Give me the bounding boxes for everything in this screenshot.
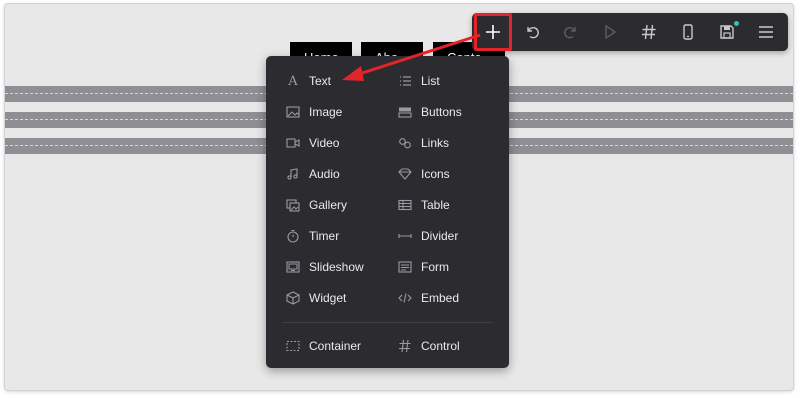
menu-item-buttons[interactable]: Buttons <box>398 102 462 122</box>
save-button[interactable] <box>708 13 746 51</box>
mobile-icon <box>683 24 693 40</box>
preview-button[interactable] <box>591 13 629 51</box>
video-icon <box>286 136 300 150</box>
menu-item-video[interactable]: Video <box>286 133 339 153</box>
menu-item-table[interactable]: Table <box>398 195 450 215</box>
menu-item-container[interactable]: Container <box>286 336 361 356</box>
links-icon <box>398 136 412 150</box>
menu-item-slideshow[interactable]: Slideshow <box>286 257 364 277</box>
menu-item-audio[interactable]: Audio <box>286 164 340 184</box>
menu-item-control[interactable]: Control <box>398 336 460 356</box>
menu-item-label: Table <box>421 198 450 212</box>
hash-icon <box>642 24 656 40</box>
menu-item-gallery[interactable]: Gallery <box>286 195 347 215</box>
menu-item-list[interactable]: List <box>398 71 440 91</box>
undo-button[interactable] <box>513 13 551 51</box>
menu-item-label: Widget <box>309 291 347 305</box>
menu-item-label: Gallery <box>309 198 348 212</box>
control-icon <box>398 339 412 353</box>
unsaved-indicator <box>734 21 739 26</box>
diamond-icon <box>398 167 412 181</box>
slideshow-icon <box>286 260 300 274</box>
menu-item-label: Timer <box>309 229 340 243</box>
menu-item-icons[interactable]: Icons <box>398 164 450 184</box>
form-icon <box>398 260 412 274</box>
menu-item-form[interactable]: Form <box>398 257 449 277</box>
menu-item-timer[interactable]: Timer <box>286 226 339 246</box>
add-icon <box>486 25 500 39</box>
image-icon <box>286 105 300 119</box>
menu-item-label: Control <box>421 339 460 353</box>
menu-item-label: List <box>421 74 440 88</box>
menu-item-label: Icons <box>421 167 450 181</box>
menu-item-image[interactable]: Image <box>286 102 342 122</box>
mobile-view-button[interactable] <box>669 13 707 51</box>
add-element-button[interactable] <box>474 13 512 51</box>
editor-toolbar <box>472 13 788 51</box>
menu-icon <box>759 26 773 38</box>
divider-icon <box>398 229 412 243</box>
menu-item-label: Buttons <box>421 105 462 119</box>
text-icon: A <box>288 73 298 89</box>
timer-icon <box>286 229 300 243</box>
editor-canvas: Home Abo Conta <box>5 4 793 390</box>
menu-item-label: Text <box>309 74 332 88</box>
menu-divider <box>282 322 493 323</box>
redo-icon <box>564 27 576 39</box>
embed-icon <box>398 291 412 305</box>
menu-item-label: Container <box>309 339 362 353</box>
menu-item-widget[interactable]: Widget <box>286 288 346 308</box>
undo-icon <box>527 27 539 39</box>
menu-item-label: Video <box>309 136 340 150</box>
redo-button[interactable] <box>552 13 590 51</box>
grid-button[interactable] <box>630 13 668 51</box>
menu-item-label: Links <box>421 136 450 150</box>
container-icon <box>286 339 300 353</box>
widget-icon <box>286 291 300 305</box>
menu-item-embed[interactable]: Embed <box>398 288 459 308</box>
menu-item-label: Divider <box>421 229 459 243</box>
menu-item-label: Form <box>421 260 449 274</box>
audio-icon <box>286 167 300 181</box>
add-element-menu: A Text List Image Buttons Video Links Au… <box>266 56 509 368</box>
menu-item-links[interactable]: Links <box>398 133 449 153</box>
menu-item-label: Image <box>309 105 343 119</box>
menu-item-text[interactable]: A Text <box>286 71 331 91</box>
menu-item-label: Embed <box>421 291 460 305</box>
table-icon <box>398 198 412 212</box>
list-icon <box>398 74 412 88</box>
gallery-icon <box>286 198 300 212</box>
menu-item-label: Audio <box>309 167 340 181</box>
menu-item-divider[interactable]: Divider <box>398 226 458 246</box>
buttons-icon <box>398 105 412 119</box>
save-icon <box>720 25 734 39</box>
menu-button[interactable] <box>747 13 785 51</box>
menu-item-label: Slideshow <box>309 260 364 274</box>
play-icon <box>605 24 617 40</box>
